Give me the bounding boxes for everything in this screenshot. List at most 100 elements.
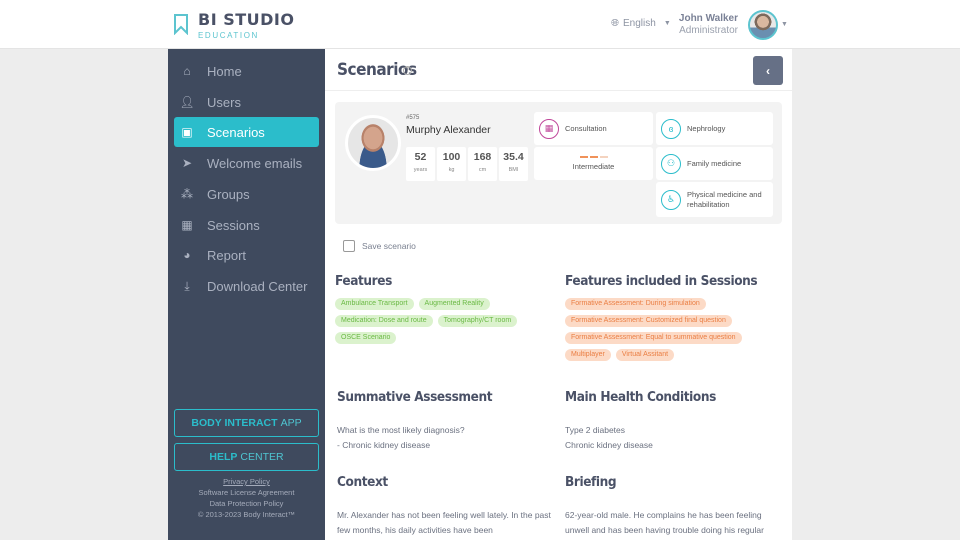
conditions-list: Type 2 diabetes Chronic kidney disease [565,423,785,453]
help-center-button[interactable]: HELP CENTER [174,443,319,471]
download-icon: ⤓ [184,278,190,293]
patient-id: #575 [406,115,420,121]
language-selector[interactable]: 🌐︎ English ▼ [611,18,671,29]
sidebar-item-report[interactable]: ◕ Report [174,240,319,270]
stat-value: 100 [442,151,461,163]
save-scenario-checkbox[interactable]: Save scenario [343,240,416,252]
session-feature-tag: Multiplayer [565,349,611,361]
group-icon: ⁂ [181,187,193,201]
sidebar-item-scenarios[interactable]: ▣ Scenarios [174,117,319,147]
user-role: Administrator [679,25,738,36]
difficulty-tile: Intermediate [534,147,653,180]
user-icon: 👤︎ [179,95,195,109]
briefing-title: Briefing [565,474,617,490]
chevron-left-icon: ‹ [766,63,770,78]
stat-bmi: 35.4 BMI [499,147,528,181]
difficulty-dash [599,156,608,158]
logo-subtitle: EDUCATION [198,31,259,40]
privacy-policy-link[interactable]: Privacy Policy [168,476,325,487]
data-protection-link[interactable]: Data Protection Policy [168,498,325,509]
home-icon: ⌂ [183,64,191,78]
sidebar-item-home[interactable]: ⌂ Home [174,56,319,86]
features-tags: Ambulance Transport Augmented Reality Me… [335,298,535,344]
sidebar-item-label: Report [207,247,247,263]
stat-weight: 100 kg [437,147,466,181]
page-header: Scenarios ? ‹ [325,49,792,91]
calendar-icon: ▦ [539,118,559,139]
specialty-label: Family medicine [687,159,742,168]
context-title: Context [337,474,388,490]
stat-value: 52 [414,151,427,163]
checkbox[interactable] [343,240,355,252]
help-icon[interactable]: ? [403,66,412,75]
sidebar-item-label: Home [207,63,242,79]
summative-title: Summative Assessment [337,389,493,405]
avatar[interactable] [748,10,778,40]
specialty-label: Physical medicine and rehabilitation [687,189,762,209]
paper-plane-icon: ➤ [181,156,193,170]
stat-value: 35.4 [503,151,524,163]
main-content: Scenarios ? ‹ #575 Murphy Alexander 52 y… [325,49,792,540]
difficulty-dash [579,156,588,158]
summative-question: What is the most likely diagnosis? [337,425,465,435]
patient-photo [345,115,401,171]
logo[interactable]: BI STUDIO EDUCATION [173,11,294,40]
save-scenario-label: Save scenario [362,241,416,251]
family-icon: ⚇ [661,153,681,174]
user-menu[interactable]: John Walker Administrator [670,13,738,36]
patient-name: Murphy Alexander [406,124,491,136]
summative-answer: - Chronic kidney disease [337,440,431,450]
patient-card: #575 Murphy Alexander 52 years 100 kg 16… [335,102,782,224]
stat-unit: BMI [508,167,519,173]
session-feature-tag: Formative Assessment: Equal to summative… [565,332,742,344]
feature-tag: Augmented Reality [418,298,490,310]
globe-icon: 🌐︎ [611,18,619,29]
sidebar-item-label: Sessions [207,217,260,233]
difficulty-level: Intermediate [572,162,615,171]
sidebar-item-sessions[interactable]: ▦ Sessions [174,210,319,240]
stat-age: 52 years [406,147,435,181]
user-name: John Walker [678,13,738,24]
session-features-tags: Formative Assessment: During simulation … [565,298,780,361]
calendar-icon: ▦ [181,218,193,232]
difficulty-dash [589,156,598,158]
session-feature-tag: Virtual Assitant [615,349,675,361]
copyright: © 2013-2023 Body Interact™ [197,510,296,519]
feature-tag: OSCE Scenario [335,332,397,344]
difficulty-indicator [579,156,608,158]
sidebar-item-label: Groups [207,186,250,202]
patient-stats: 52 years 100 kg 168 cm 35.4 BMI [406,147,528,181]
stat-unit: kg [448,167,455,173]
language-label: English [623,18,656,29]
sidebar-item-download-center[interactable]: ⤓ Download Center [174,271,319,301]
conditions-title: Main Health Conditions [565,389,716,405]
app-button-bold: BODY INTERACT [191,417,278,429]
sidebar: ⌂ Home 👤︎ Users ▣ Scenarios ➤ Welcome em… [168,49,325,540]
top-bar: BI STUDIO EDUCATION 🌐︎ English ▼ John Wa… [0,0,960,49]
chevron-down-icon[interactable]: ▼ [781,21,788,28]
app-button-light: APP [280,417,302,429]
sidebar-item-welcome-emails[interactable]: ➤ Welcome emails [174,148,319,178]
specialty-tile: ɞ Nephrology [656,112,773,145]
help-button-bold: HELP [209,451,238,463]
stat-value: 168 [473,151,492,163]
feature-tag: Tomography/CT room [437,315,518,327]
condition-item: Chronic kidney disease [565,440,653,450]
id-card-icon: ▣ [181,125,193,139]
body-interact-app-button[interactable]: BODY INTERACT APP [174,409,319,437]
briefing-text: 62-year-old male. He complains he has be… [565,510,764,535]
features-title: Features [335,273,392,289]
sidebar-item-groups[interactable]: ⁂ Groups [174,179,319,209]
summative-text: What is the most likely diagnosis? - Chr… [337,423,557,453]
stat-unit: years [413,167,428,173]
specialty-label: Nephrology [687,124,726,133]
feature-tag: Ambulance Transport [335,298,414,310]
license-link[interactable]: Software License Agreement [168,487,325,498]
session-features-title: Features included in Sessions [565,273,758,289]
sidebar-item-label: Scenarios [207,124,265,140]
session-feature-tag: Formative Assessment: During simulation [565,298,706,310]
back-button[interactable]: ‹ [753,56,783,85]
logo-title: BI STUDIO [198,10,295,29]
sidebar-item-users[interactable]: 👤︎ Users [174,87,319,117]
feature-tag: Medication: Dose and route [335,315,433,327]
